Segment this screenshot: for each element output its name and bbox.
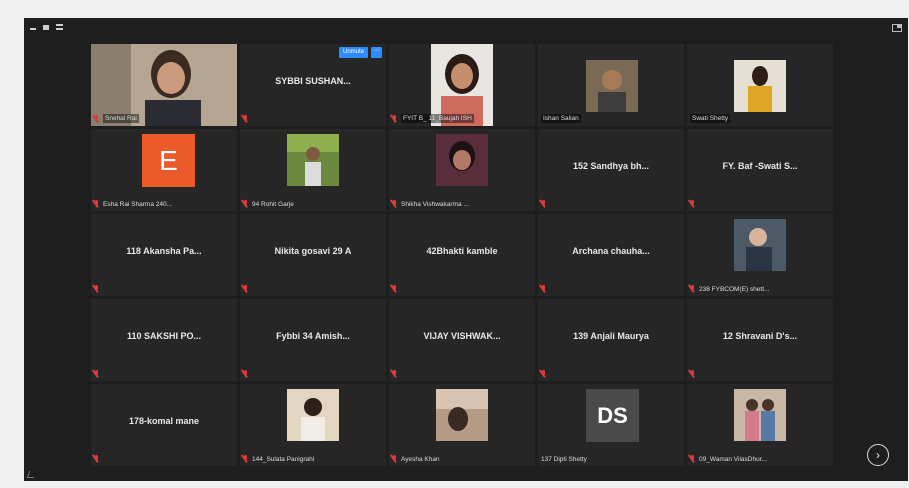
participant-tile[interactable]: Fybbi 34 Amish...: [240, 299, 386, 381]
participant-name: SYBBI SUSHAN...: [275, 76, 351, 86]
participant-tile[interactable]: 238 FYBCOM(E) shett...: [687, 214, 833, 296]
participant-name: Archana chauha...: [572, 246, 650, 256]
participant-tile[interactable]: Archana chauha...: [538, 214, 684, 296]
participant-tile[interactable]: E Esha Rai Sharma 240...: [91, 129, 237, 211]
participant-name: 137 Dipti Shetty: [541, 456, 587, 463]
participant-name: 144_Sulata Panigrahi: [252, 455, 315, 463]
participant-name: Esha Rai Sharma 240...: [103, 200, 173, 208]
participant-video: [586, 60, 638, 112]
muted-mic-icon: [690, 285, 696, 293]
participant-tile[interactable]: 152 Sandhya bh...: [538, 129, 684, 211]
next-page-button[interactable]: ›: [867, 444, 889, 466]
participant-name: VIJAY VISHWAK...: [423, 331, 501, 341]
muted-mic-icon: [392, 455, 398, 463]
participant-name: Ishan Salian: [541, 114, 581, 123]
muted-mic-icon: [541, 370, 547, 378]
muted-mic-icon: [243, 115, 249, 123]
participant-name: Nikita gosavi 29 A: [274, 246, 352, 256]
participant-name: 178-komal mane: [128, 416, 200, 426]
participant-video: [436, 389, 488, 441]
participant-tile[interactable]: VIJAY VISHWAK...: [389, 299, 535, 381]
participant-tile[interactable]: 139 Anjali Maurya: [538, 299, 684, 381]
participant-tile[interactable]: 144_Sulata Panigrahi: [240, 384, 386, 466]
participant-tile[interactable]: 118 Akansha Pa...: [91, 214, 237, 296]
muted-mic-icon: [94, 370, 100, 378]
view-controls: [30, 24, 105, 58]
participant-video: [287, 389, 339, 441]
muted-mic-icon: [243, 455, 249, 463]
window-icon[interactable]: [43, 24, 49, 30]
resize-grip-icon[interactable]: [26, 471, 37, 478]
muted-mic-icon: [243, 285, 249, 293]
muted-mic-icon: [243, 200, 249, 208]
participant-tile[interactable]: 94 Rohit Garje: [240, 129, 386, 211]
more-options-button[interactable]: ···: [371, 47, 382, 58]
participant-name: 139 Anjali Maurya: [573, 331, 649, 341]
participant-tile[interactable]: 42Bhakti kamble: [389, 214, 535, 296]
participant-video: [287, 134, 339, 186]
participant-tile[interactable]: 09_Waman VilasDhur...: [687, 384, 833, 466]
participant-name: 110 SAKSHI PO...: [126, 331, 202, 341]
muted-mic-icon: [690, 200, 696, 208]
participant-avatar: E: [142, 134, 195, 187]
participant-name: Swati Shetty: [690, 114, 731, 123]
muted-mic-icon: [392, 200, 398, 208]
participant-name: 152 Sandhya bh...: [572, 161, 650, 171]
participant-tile[interactable]: Snehal Rai: [91, 44, 237, 126]
muted-mic-icon: [392, 114, 398, 123]
unmute-button[interactable]: Unmute: [338, 47, 368, 58]
muted-mic-icon: [94, 285, 100, 293]
participant-video: [734, 389, 786, 441]
participant-tile[interactable]: FYIT B_ 11_Baujah ISH: [389, 44, 535, 126]
participant-tile[interactable]: Shikha Vishwakarma ...: [389, 129, 535, 211]
muted-mic-icon: [243, 370, 249, 378]
muted-mic-icon: [94, 114, 100, 123]
muted-mic-icon: [690, 370, 696, 378]
muted-mic-icon: [392, 285, 398, 293]
participant-tile[interactable]: Swati Shetty: [687, 44, 833, 126]
participant-tile[interactable]: Ayesha Khan: [389, 384, 535, 466]
participant-tile[interactable]: FY. Baf -Swati S...: [687, 129, 833, 211]
meeting-window: Snehal Rai Unmute ··· SYBBI SUSHAN... FY…: [24, 18, 908, 481]
participant-tile[interactable]: Ishan Salian: [538, 44, 684, 126]
participant-video: [436, 134, 488, 186]
muted-mic-icon: [392, 370, 398, 378]
participant-avatar: DS: [586, 389, 639, 442]
participant-tile[interactable]: Nikita gosavi 29 A: [240, 214, 386, 296]
participant-name: 42Bhakti kamble: [426, 246, 498, 256]
participant-name: 118 Akansha Pa...: [126, 246, 202, 256]
participant-name: 09_Waman VilasDhur...: [699, 455, 767, 463]
participant-tile[interactable]: 12 Shravani D's...: [687, 299, 833, 381]
participant-name: FY. Baf -Swati S...: [722, 161, 798, 171]
participant-name: Fybbi 34 Amish...: [276, 331, 350, 341]
participant-video: [734, 219, 786, 271]
participant-name: Ayesha Khan: [401, 455, 440, 463]
participant-gallery: Snehal Rai Unmute ··· SYBBI SUSHAN... FY…: [91, 44, 833, 466]
participant-tile[interactable]: 110 SAKSHI PO...: [91, 299, 237, 381]
participant-name: 12 Shravani D's...: [722, 331, 798, 341]
muted-mic-icon: [94, 200, 100, 208]
participant-tile[interactable]: Unmute ··· SYBBI SUSHAN...: [240, 44, 386, 126]
minimize-icon[interactable]: [30, 27, 36, 30]
participant-name: 94 Rohit Garje: [252, 200, 294, 208]
participant-name: 238 FYBCOM(E) shett...: [699, 285, 770, 293]
muted-mic-icon: [541, 200, 547, 208]
muted-mic-icon: [690, 455, 696, 463]
participant-video: [734, 60, 786, 112]
participant-name: Snehal Rai: [103, 114, 139, 123]
participant-name: FYIT B_ 11_Baujah ISH: [401, 114, 474, 123]
list-view-icon[interactable]: [56, 24, 63, 30]
participant-name: Shikha Vishwakarma ...: [401, 200, 469, 208]
muted-mic-icon: [94, 455, 100, 463]
participant-tile[interactable]: DS 137 Dipti Shetty: [538, 384, 684, 466]
muted-mic-icon: [541, 285, 547, 293]
fullscreen-icon[interactable]: [892, 24, 902, 32]
participant-tile[interactable]: 178-komal mane: [91, 384, 237, 466]
